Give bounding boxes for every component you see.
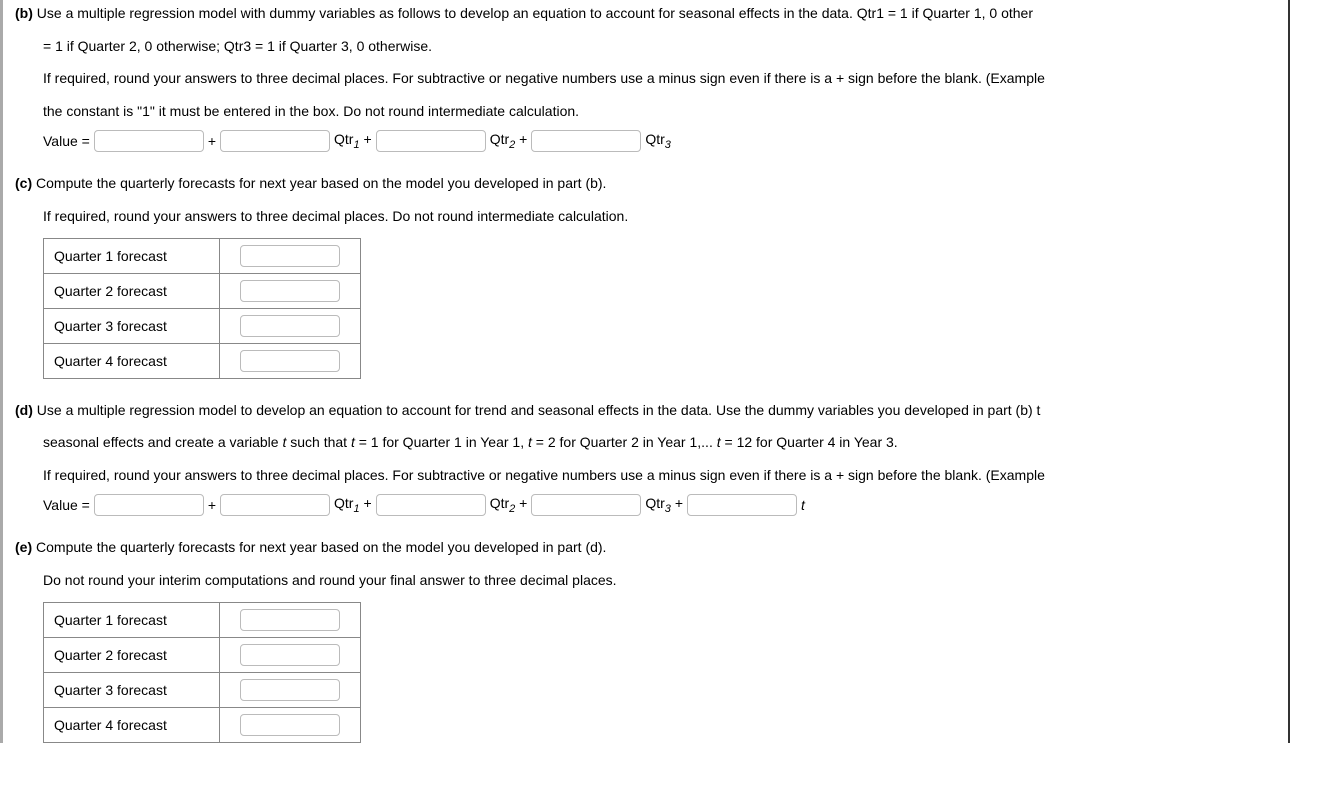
part-d-equation: Value = + Qtr1 + Qtr2 + Qtr3 + t bbox=[15, 494, 1276, 516]
value-equals-label: Value = bbox=[43, 497, 90, 513]
forecast-row-label: Quarter 2 forecast bbox=[44, 273, 220, 308]
table-row: Quarter 4 forecast bbox=[44, 343, 361, 378]
d-t-coef-input[interactable] bbox=[687, 494, 797, 516]
part-e-text-2: Do not round your interim computations a… bbox=[15, 567, 1276, 594]
table-row: Quarter 3 forecast bbox=[44, 308, 361, 343]
e-q1-forecast-input[interactable] bbox=[240, 609, 340, 631]
part-b-equation: Value = + Qtr1 + Qtr2 + Qtr3 bbox=[15, 130, 1276, 152]
part-b-label: (b) bbox=[15, 5, 33, 21]
part-e-prompt: (e) Compute the quarterly forecasts for … bbox=[15, 534, 1276, 561]
c-q2-forecast-input[interactable] bbox=[240, 280, 340, 302]
part-d: (d) Use a multiple regression model to d… bbox=[15, 397, 1276, 517]
b-qtr2-coef-input[interactable] bbox=[376, 130, 486, 152]
d-qtr3-coef-input[interactable] bbox=[531, 494, 641, 516]
d-qtr1-coef-input[interactable] bbox=[220, 494, 330, 516]
forecast-row-label: Quarter 3 forecast bbox=[44, 672, 220, 707]
part-b: (b) Use a multiple regression model with… bbox=[15, 0, 1276, 152]
part-c-label: (c) bbox=[15, 175, 32, 191]
e-q4-forecast-input[interactable] bbox=[240, 714, 340, 736]
t-label: t bbox=[801, 497, 805, 513]
part-b-text-1b: = 1 if Quarter 2, 0 otherwise; Qtr3 = 1 … bbox=[15, 33, 1276, 60]
qtr3-label: Qtr3 bbox=[645, 131, 671, 151]
table-row: Quarter 4 forecast bbox=[44, 707, 361, 742]
c-q3-forecast-input[interactable] bbox=[240, 315, 340, 337]
part-c-text-1: Compute the quarterly forecasts for next… bbox=[36, 175, 606, 191]
c-q1-forecast-input[interactable] bbox=[240, 245, 340, 267]
forecast-row-label: Quarter 2 forecast bbox=[44, 637, 220, 672]
part-d-text-1b: seasonal effects and create a variable t… bbox=[15, 429, 1276, 456]
qtr1-label: Qtr1 + bbox=[334, 495, 372, 515]
part-c-prompt: (c) Compute the quarterly forecasts for … bbox=[15, 170, 1276, 197]
b-intercept-input[interactable] bbox=[94, 130, 204, 152]
qtr2-label: Qtr2 + bbox=[490, 131, 528, 151]
part-c-text-2: If required, round your answers to three… bbox=[15, 203, 1276, 230]
part-e-forecast-table: Quarter 1 forecast Quarter 2 forecast Qu… bbox=[43, 602, 361, 743]
e-q3-forecast-input[interactable] bbox=[240, 679, 340, 701]
plus-label: + bbox=[208, 133, 216, 149]
part-c-forecast-table: Quarter 1 forecast Quarter 2 forecast Qu… bbox=[43, 238, 361, 379]
table-row: Quarter 2 forecast bbox=[44, 273, 361, 308]
part-b-text-1: Use a multiple regression model with dum… bbox=[37, 5, 1033, 21]
table-row: Quarter 1 forecast bbox=[44, 602, 361, 637]
part-d-text-1a: Use a multiple regression model to devel… bbox=[37, 402, 1041, 418]
forecast-row-label: Quarter 1 forecast bbox=[44, 238, 220, 273]
value-equals-label: Value = bbox=[43, 133, 90, 149]
table-row: Quarter 1 forecast bbox=[44, 238, 361, 273]
part-e: (e) Compute the quarterly forecasts for … bbox=[15, 534, 1276, 742]
part-d-prompt: (d) Use a multiple regression model to d… bbox=[15, 397, 1276, 424]
c-q4-forecast-input[interactable] bbox=[240, 350, 340, 372]
table-row: Quarter 3 forecast bbox=[44, 672, 361, 707]
part-b-text-2: If required, round your answers to three… bbox=[15, 65, 1276, 92]
forecast-row-label: Quarter 3 forecast bbox=[44, 308, 220, 343]
forecast-row-label: Quarter 1 forecast bbox=[44, 602, 220, 637]
qtr1-label: Qtr1 + bbox=[334, 131, 372, 151]
forecast-row-label: Quarter 4 forecast bbox=[44, 343, 220, 378]
part-e-label: (e) bbox=[15, 539, 32, 555]
b-qtr1-coef-input[interactable] bbox=[220, 130, 330, 152]
forecast-row-label: Quarter 4 forecast bbox=[44, 707, 220, 742]
d-qtr2-coef-input[interactable] bbox=[376, 494, 486, 516]
d-intercept-input[interactable] bbox=[94, 494, 204, 516]
part-b-prompt: (b) Use a multiple regression model with… bbox=[15, 0, 1276, 27]
part-d-text-2: If required, round your answers to three… bbox=[15, 462, 1276, 489]
e-q2-forecast-input[interactable] bbox=[240, 644, 340, 666]
b-qtr3-coef-input[interactable] bbox=[531, 130, 641, 152]
part-e-text-1: Compute the quarterly forecasts for next… bbox=[36, 539, 606, 555]
qtr2-label: Qtr2 + bbox=[490, 495, 528, 515]
qtr3-label: Qtr3 + bbox=[645, 495, 683, 515]
plus-label: + bbox=[208, 497, 216, 513]
part-b-text-2b: the constant is "1" it must be entered i… bbox=[15, 98, 1276, 125]
table-row: Quarter 2 forecast bbox=[44, 637, 361, 672]
part-d-label: (d) bbox=[15, 402, 33, 418]
part-c: (c) Compute the quarterly forecasts for … bbox=[15, 170, 1276, 378]
